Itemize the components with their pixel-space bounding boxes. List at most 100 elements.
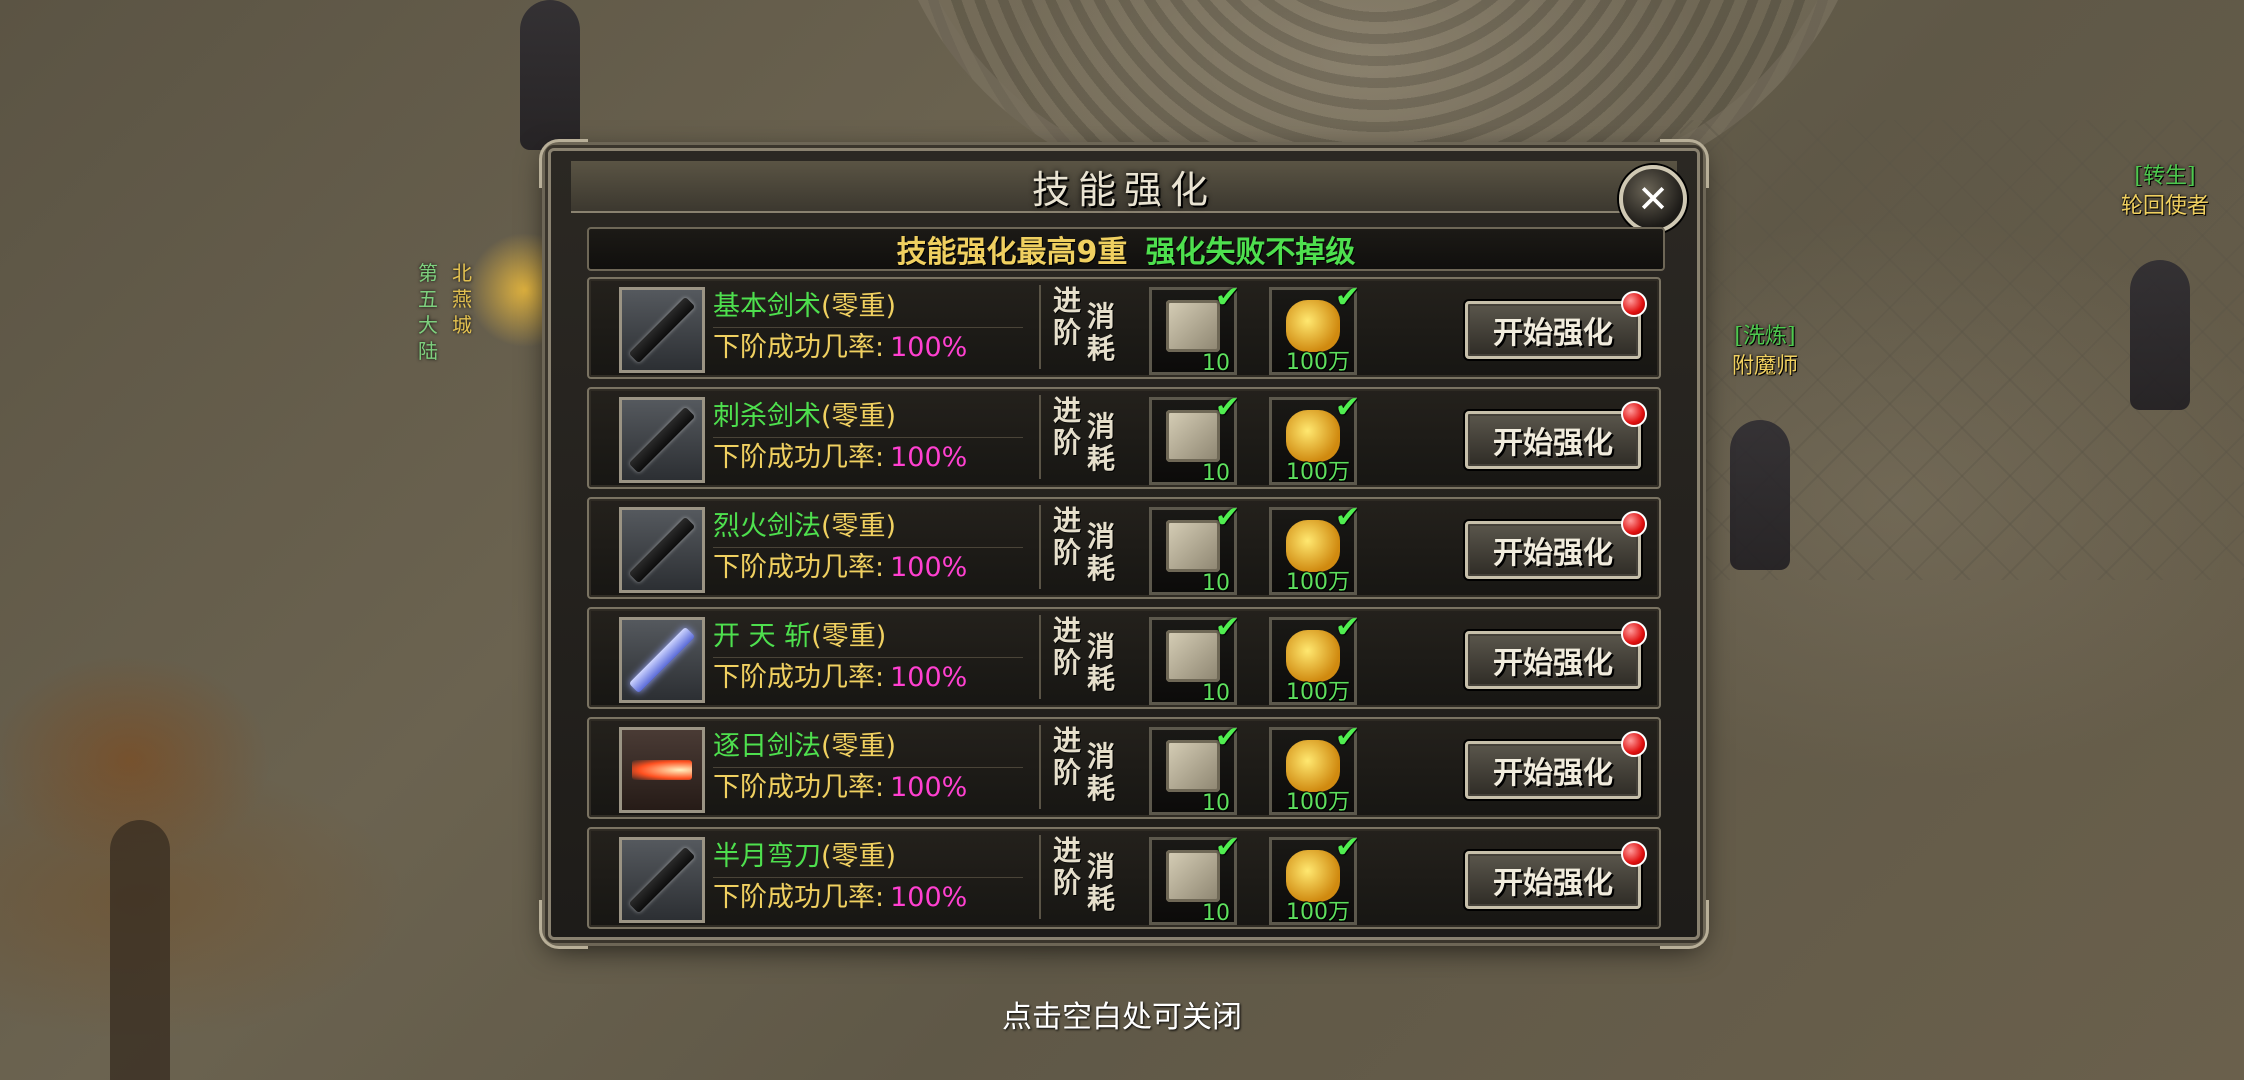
info-banner: 技能强化最高9重 强化失败不掉级	[587, 227, 1665, 271]
success-rate-label: 下阶成功几率:	[713, 772, 885, 803]
scroll-quantity: 10	[1202, 901, 1230, 926]
success-rate-label: 下阶成功几率:	[713, 332, 885, 363]
map-sign: 第五大陆 北燕城	[410, 240, 490, 430]
advance-label: 进阶	[1053, 504, 1082, 569]
consume-label: 消耗	[1087, 520, 1116, 585]
gold-item-slot[interactable]: ✔ 100万	[1269, 390, 1360, 485]
skill-name: 烈火剑法	[713, 511, 821, 542]
skill-name-line: 刺杀剑术(零重)	[713, 397, 1023, 438]
success-rate-value: 100%	[890, 662, 968, 693]
skill-name: 刺杀剑术	[713, 401, 821, 432]
advance-label: 进阶	[1053, 834, 1082, 899]
advance-label: 进阶	[1053, 724, 1082, 789]
check-icon: ✔	[1334, 610, 1360, 645]
check-icon: ✔	[1214, 390, 1240, 425]
gold-item-slot[interactable]: ✔ 100万	[1269, 500, 1360, 595]
scroll-quantity: 10	[1202, 681, 1230, 706]
scroll-item-slot[interactable]: ✔ 10	[1149, 280, 1240, 376]
success-rate-value: 100%	[890, 332, 968, 363]
skill-list: 基本剑术(零重) 下阶成功几率: 100% 进阶 消耗 ✔ 10 ✔ 100万 开…	[587, 277, 1661, 937]
skill-level: (零重)	[811, 621, 887, 652]
notification-dot	[1621, 401, 1647, 427]
scroll-icon	[1166, 520, 1220, 572]
consume-label: 消耗	[1087, 300, 1116, 365]
success-rate-value: 100%	[890, 772, 968, 803]
close-button[interactable]: ✕	[1619, 165, 1687, 233]
player-character[interactable]	[520, 0, 580, 150]
advance-label: 进阶	[1053, 614, 1082, 679]
sword-icon	[619, 287, 705, 373]
gold-item-slot[interactable]: ✔ 100万	[1269, 280, 1360, 375]
skill-row: 烈火剑法(零重) 下阶成功几率: 100% 进阶 消耗 ✔ 10 ✔ 100万 开…	[587, 497, 1661, 599]
start-upgrade-button[interactable]: 开始强化	[1465, 741, 1641, 799]
half-moon-blade-icon	[619, 837, 705, 923]
npc-name: 轮回使者	[2120, 194, 2209, 219]
skill-info: 逐日剑法(零重) 下阶成功几率: 100%	[713, 727, 1023, 808]
cost-label: 进阶 消耗	[1051, 395, 1121, 477]
check-icon: ✔	[1334, 500, 1360, 535]
consume-label: 消耗	[1087, 630, 1116, 695]
scroll-item-slot[interactable]: ✔ 10	[1149, 610, 1240, 706]
scroll-item-slot[interactable]: ✔ 10	[1149, 720, 1240, 816]
npc-label-reincarnation[interactable]: [转生] 轮回使者	[2090, 162, 2240, 222]
start-upgrade-button[interactable]: 开始强化	[1465, 631, 1641, 689]
success-rate-line: 下阶成功几率: 100%	[713, 658, 1023, 698]
close-icon: ✕	[1637, 177, 1669, 221]
success-rate-value: 100%	[890, 552, 968, 583]
skill-info: 开 天 斩(零重) 下阶成功几率: 100%	[713, 617, 1023, 698]
notification-dot	[1621, 511, 1647, 537]
skill-info: 烈火剑法(零重) 下阶成功几率: 100%	[713, 507, 1023, 588]
notification-dot	[1621, 841, 1647, 867]
gold-quantity: 100万	[1286, 900, 1350, 925]
frame-corner	[539, 900, 588, 949]
success-rate-line: 下阶成功几率: 100%	[713, 438, 1023, 478]
success-rate-label: 下阶成功几率:	[713, 442, 885, 473]
success-rate-line: 下阶成功几率: 100%	[713, 768, 1023, 808]
start-upgrade-button[interactable]: 开始强化	[1465, 521, 1641, 579]
notification-dot	[1621, 731, 1647, 757]
cost-label: 进阶 消耗	[1051, 614, 1121, 697]
scroll-item-slot[interactable]: ✔ 10	[1149, 390, 1240, 486]
row-divider	[1039, 285, 1041, 369]
scroll-quantity: 10	[1202, 461, 1230, 486]
scroll-item-slot[interactable]: ✔ 10	[1149, 830, 1240, 926]
cost-label: 进阶 消耗	[1051, 724, 1121, 807]
cost-label: 进阶 消耗	[1051, 834, 1121, 917]
row-divider	[1039, 615, 1041, 699]
skill-name: 逐日剑法	[713, 731, 821, 762]
npc-reincarnation-figure[interactable]	[2130, 260, 2190, 410]
cost-label: 进阶 消耗	[1051, 284, 1121, 367]
check-icon: ✔	[1334, 830, 1360, 865]
skill-row: 开 天 斩(零重) 下阶成功几率: 100% 进阶 消耗 ✔ 10 ✔ 100万 …	[587, 607, 1661, 709]
npc-enchanter-figure[interactable]	[1730, 420, 1790, 570]
gold-item-slot[interactable]: ✔ 100万	[1269, 720, 1360, 815]
gold-quantity: 100万	[1286, 790, 1350, 815]
skill-row: 逐日剑法(零重) 下阶成功几率: 100% 进阶 消耗 ✔ 10 ✔ 100万 开…	[587, 717, 1661, 819]
start-upgrade-button[interactable]: 开始强化	[1465, 411, 1641, 469]
dialog-title: 技能强化	[1031, 167, 1216, 212]
consume-label: 消耗	[1087, 410, 1116, 475]
row-divider	[1039, 725, 1041, 809]
advance-label: 进阶	[1053, 284, 1082, 349]
start-upgrade-button[interactable]: 开始强化	[1465, 301, 1641, 359]
gold-item-slot[interactable]: ✔ 100万	[1269, 830, 1360, 925]
row-divider	[1039, 505, 1041, 589]
scroll-item-slot[interactable]: ✔ 10	[1149, 500, 1240, 596]
success-rate-label: 下阶成功几率:	[713, 552, 885, 583]
success-rate-label: 下阶成功几率:	[713, 662, 885, 693]
consume-label: 消耗	[1087, 850, 1116, 915]
row-divider	[1039, 835, 1041, 919]
check-icon: ✔	[1214, 610, 1240, 645]
close-hint: 点击空白处可关闭	[1002, 1000, 1242, 1035]
notification-dot	[1621, 291, 1647, 317]
gold-item-slot[interactable]: ✔ 100万	[1269, 610, 1360, 705]
consume-label: 消耗	[1087, 740, 1116, 805]
skill-level: (零重)	[821, 841, 897, 872]
skill-level: (零重)	[821, 291, 897, 322]
start-upgrade-button[interactable]: 开始强化	[1465, 851, 1641, 909]
skill-row: 基本剑术(零重) 下阶成功几率: 100% 进阶 消耗 ✔ 10 ✔ 100万 开…	[587, 277, 1661, 379]
npc-label-enchanter[interactable]: [洗炼] 附魔师	[1700, 322, 1830, 382]
skill-name: 基本剑术	[713, 291, 821, 322]
skill-name: 半月弯刀	[713, 841, 821, 872]
skill-info: 半月弯刀(零重) 下阶成功几率: 100%	[713, 837, 1023, 918]
